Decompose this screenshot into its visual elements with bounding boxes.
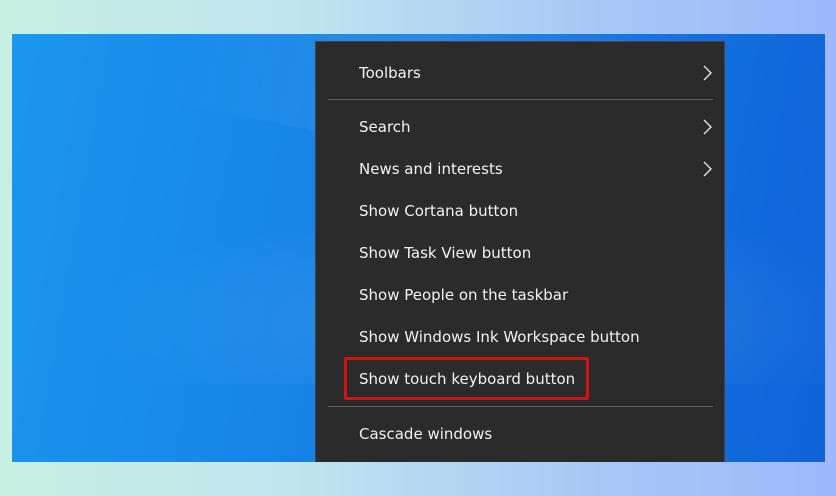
menu-item-label: Show Cortana button	[359, 202, 519, 220]
menu-item-show-task-view-button[interactable]: Show Task View button	[316, 233, 724, 273]
menu-item-label: Cascade windows	[359, 425, 493, 443]
menu-item-show-windows-ink-workspace-button[interactable]: Show Windows Ink Workspace button	[316, 317, 724, 357]
screenshot-frame: Toolbars Search News and interests Show …	[0, 0, 836, 496]
menu-item-toolbars[interactable]: Toolbars	[316, 53, 724, 93]
taskbar-context-menu: Toolbars Search News and interests Show …	[315, 41, 725, 462]
menu-item-show-people-on-taskbar[interactable]: Show People on the taskbar	[316, 275, 724, 315]
menu-separator	[328, 406, 713, 407]
menu-item-label: News and interests	[359, 160, 503, 178]
menu-item-label: Show touch keyboard button	[359, 370, 576, 388]
menu-item-label: Toolbars	[359, 64, 421, 82]
chevron-right-icon	[703, 119, 712, 135]
chevron-right-icon	[703, 161, 712, 177]
menu-item-news-and-interests[interactable]: News and interests	[316, 149, 724, 189]
menu-item-search[interactable]: Search	[316, 107, 724, 147]
menu-item-label: Show Task View button	[359, 244, 532, 262]
menu-item-show-cortana-button[interactable]: Show Cortana button	[316, 191, 724, 231]
menu-item-label: Show People on the taskbar	[359, 286, 569, 304]
menu-item-label: Show Windows Ink Workspace button	[359, 328, 640, 346]
menu-separator	[328, 99, 713, 100]
chevron-right-icon	[703, 65, 712, 81]
menu-item-cascade-windows[interactable]: Cascade windows	[316, 414, 724, 454]
menu-item-label: Search	[359, 118, 411, 136]
menu-item-show-touch-keyboard-button[interactable]: Show touch keyboard button	[316, 359, 724, 399]
